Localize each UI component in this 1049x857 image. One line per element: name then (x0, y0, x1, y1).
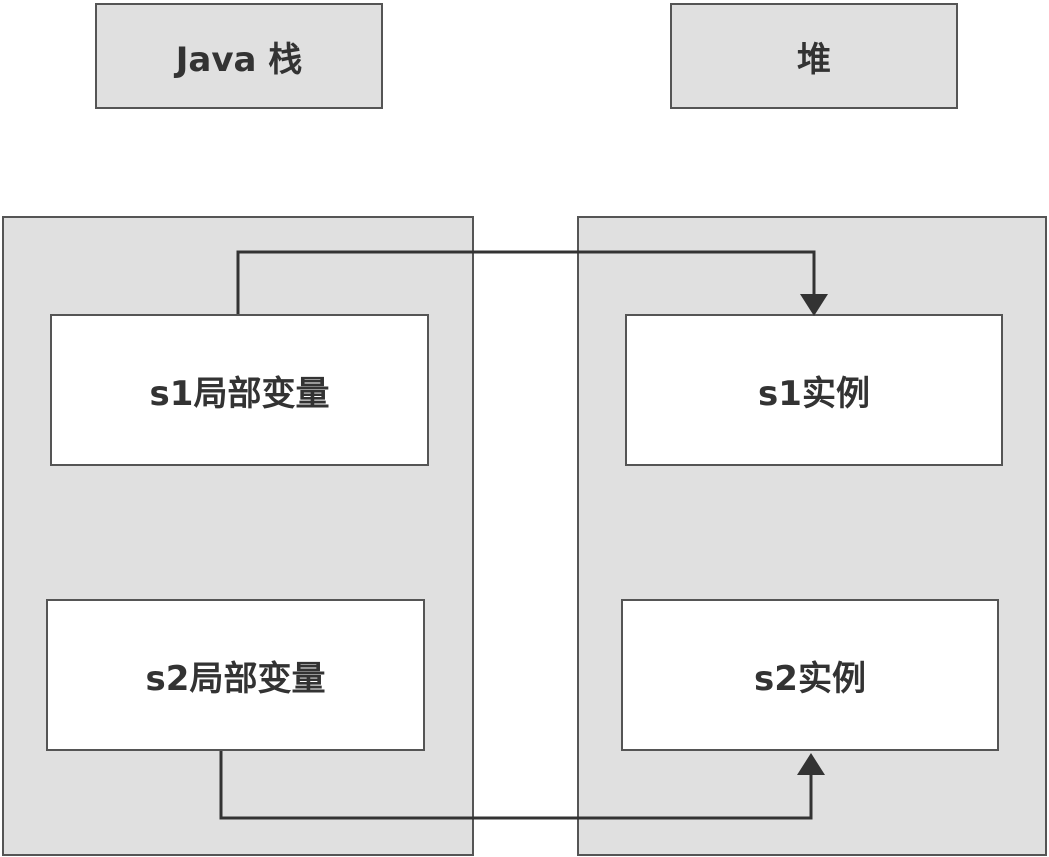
heap-panel (577, 216, 1047, 856)
s2-instance-box: s2实例 (621, 599, 999, 751)
heap-header: 堆 (670, 3, 958, 109)
s2-local-variable-label: s2局部变量 (145, 658, 326, 699)
s1-instance-label: s1实例 (758, 373, 870, 414)
s1-local-variable-box: s1局部变量 (50, 314, 429, 466)
java-stack-header-label: Java 栈 (175, 39, 303, 80)
s1-local-variable-label: s1局部变量 (149, 373, 330, 414)
java-stack-panel (2, 216, 474, 856)
s2-local-variable-box: s2局部变量 (46, 599, 425, 751)
s1-instance-box: s1实例 (625, 314, 1003, 466)
s2-instance-label: s2实例 (754, 658, 866, 699)
java-stack-header: Java 栈 (95, 3, 383, 109)
heap-header-label: 堆 (797, 39, 831, 80)
